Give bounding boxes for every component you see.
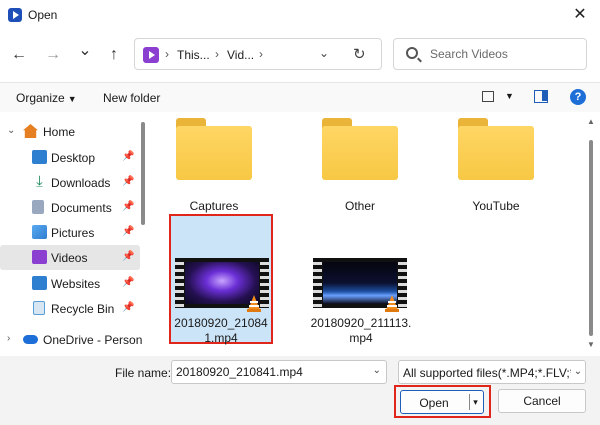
recycle-bin-icon (33, 301, 45, 315)
open-button-highlight: Open ▾ (394, 385, 491, 418)
navigation-pane: ⌄ Home Desktop 📌 ⤓ Downloads 📌 Documents… (0, 114, 146, 350)
home-icon (23, 124, 38, 138)
file-name: Captures (189, 199, 239, 213)
cancel-button[interactable]: Cancel (498, 389, 586, 413)
file-list: Captures Other YouTube 20180920_210841.m… (150, 114, 586, 350)
file-type-filter[interactable]: All supported files(*.MP4;*.FLV;* ⌄ (398, 360, 586, 384)
desktop-icon (32, 150, 47, 164)
sidebar-item-onedrive[interactable]: › OneDrive - Person (0, 327, 143, 352)
sidebar-scrollbar[interactable] (141, 122, 145, 225)
pin-icon[interactable]: 📌 (122, 251, 134, 262)
navigation-bar: ← → ⌄ ↑ › This... › Vid... › ⌄ ↻ (0, 36, 600, 74)
chevron-down-icon[interactable]: ⌄ (7, 125, 15, 136)
new-folder-button[interactable]: New folder (103, 91, 160, 105)
command-bar: Organize ▼ New folder ▼ ? (0, 82, 600, 112)
app-icon (8, 8, 22, 22)
sidebar-item-label: Websites (51, 277, 101, 291)
file-name-combobox[interactable]: ⌄ (171, 360, 387, 384)
window-title: Open (28, 8, 58, 22)
videos-icon (143, 47, 159, 63)
content-scrollbar[interactable] (589, 140, 593, 336)
vlc-icon (383, 294, 401, 312)
pictures-icon (32, 225, 47, 239)
scroll-up-icon[interactable]: ▲ (587, 117, 595, 126)
breadcrumb-separator[interactable]: › (215, 47, 219, 61)
breadcrumb-separator[interactable]: › (259, 47, 263, 61)
sidebar-item-label: Home (43, 125, 76, 139)
sidebar-item-downloads[interactable]: ⤓ Downloads 📌 (0, 170, 140, 195)
chevron-down-icon[interactable]: ▼ (505, 91, 514, 101)
back-button[interactable]: ← (8, 44, 30, 66)
sidebar-item-label: Documents (51, 201, 112, 215)
sidebar-item-label: Desktop (51, 151, 96, 165)
pin-icon[interactable]: 📌 (122, 201, 134, 212)
recent-locations-button[interactable]: ⌄ (74, 40, 96, 62)
file-name-input[interactable] (176, 365, 366, 379)
sidebar-item-home[interactable]: ⌄ Home (0, 119, 140, 144)
dialog-footer: File name: ⌄ All supported files(*.MP4;*… (0, 356, 600, 425)
organize-label: Organize (16, 91, 65, 105)
sidebar-item-recycle-bin[interactable]: Recycle Bin 📌 (0, 296, 140, 321)
chevron-down-icon: ▼ (67, 94, 77, 104)
scroll-down-icon[interactable]: ▼ (587, 340, 595, 349)
sidebar-item-label: Pictures (51, 226, 95, 240)
folder-icon (176, 118, 252, 180)
refresh-button[interactable]: ↻ (353, 45, 366, 63)
sidebar-item-label: OneDrive - Person (43, 333, 143, 347)
pin-icon[interactable]: 📌 (122, 176, 134, 187)
file-type-filter-value: All supported files(*.MP4;*.FLV;* (403, 366, 575, 380)
folder-item[interactable]: YouTube (444, 114, 548, 244)
sidebar-item-label: Downloads (51, 176, 111, 190)
open-button-label: Open (419, 396, 449, 410)
sidebar-item-websites[interactable]: Websites 📌 (0, 271, 140, 296)
address-bar[interactable]: › This... › Vid... › ⌄ ↻ (134, 38, 382, 70)
close-button[interactable]: ✕ (560, 0, 600, 30)
chevron-down-icon[interactable]: ⌄ (571, 361, 585, 383)
breadcrumb-this-pc[interactable]: This... (177, 48, 210, 62)
breadcrumb-videos[interactable]: Vid... (227, 48, 254, 62)
videos-icon (32, 250, 47, 264)
documents-icon (32, 200, 44, 214)
forward-button[interactable]: → (42, 44, 64, 66)
onedrive-icon (23, 335, 38, 344)
video-file-item[interactable]: 20180920_210841.mp4 (169, 214, 273, 345)
file-name: 20180920_211113.mp4 (310, 316, 412, 345)
sidebar-item-documents[interactable]: Documents 📌 (0, 195, 140, 220)
open-options-dropdown[interactable]: ▾ (469, 394, 481, 410)
file-name: YouTube (472, 199, 520, 213)
file-name: 20180920_210841.mp4 (174, 316, 268, 345)
chevron-down-icon[interactable]: ⌄ (373, 365, 381, 376)
folder-icon (458, 118, 534, 180)
pin-icon[interactable]: 📌 (122, 277, 134, 288)
sidebar-item-videos[interactable]: Videos 📌 (0, 245, 140, 270)
websites-icon (32, 276, 47, 290)
chevron-right-icon[interactable]: › (7, 333, 10, 344)
file-name: Other (344, 199, 375, 213)
sidebar-item-pictures[interactable]: Pictures 📌 (0, 220, 140, 245)
search-icon (406, 47, 418, 59)
pin-icon[interactable]: 📌 (122, 226, 134, 237)
vlc-icon (245, 294, 263, 312)
title-bar: Open ✕ (0, 0, 600, 30)
video-file-item[interactable]: 20180920_211113.mp4 (309, 216, 413, 346)
view-options-icon[interactable] (482, 91, 494, 102)
folder-icon (322, 118, 398, 180)
sidebar-item-desktop[interactable]: Desktop 📌 (0, 145, 140, 170)
preview-pane-icon[interactable] (534, 90, 548, 103)
pin-icon[interactable]: 📌 (122, 151, 134, 162)
help-button[interactable]: ? (570, 89, 586, 105)
open-button[interactable]: Open ▾ (400, 390, 484, 414)
breadcrumb-separator[interactable]: › (165, 47, 169, 61)
sidebar-item-label: Recycle Bin (51, 302, 115, 316)
downloads-icon: ⤓ (36, 173, 43, 190)
pin-icon[interactable]: 📌 (122, 302, 134, 313)
organize-button[interactable]: Organize ▼ (16, 91, 77, 105)
address-dropdown-button[interactable]: ⌄ (319, 46, 329, 60)
search-box[interactable] (393, 38, 587, 70)
up-button[interactable]: ↑ (103, 44, 125, 66)
file-name-label: File name: (115, 366, 172, 380)
sidebar-item-label: Videos (51, 251, 88, 265)
search-input[interactable] (430, 47, 580, 61)
